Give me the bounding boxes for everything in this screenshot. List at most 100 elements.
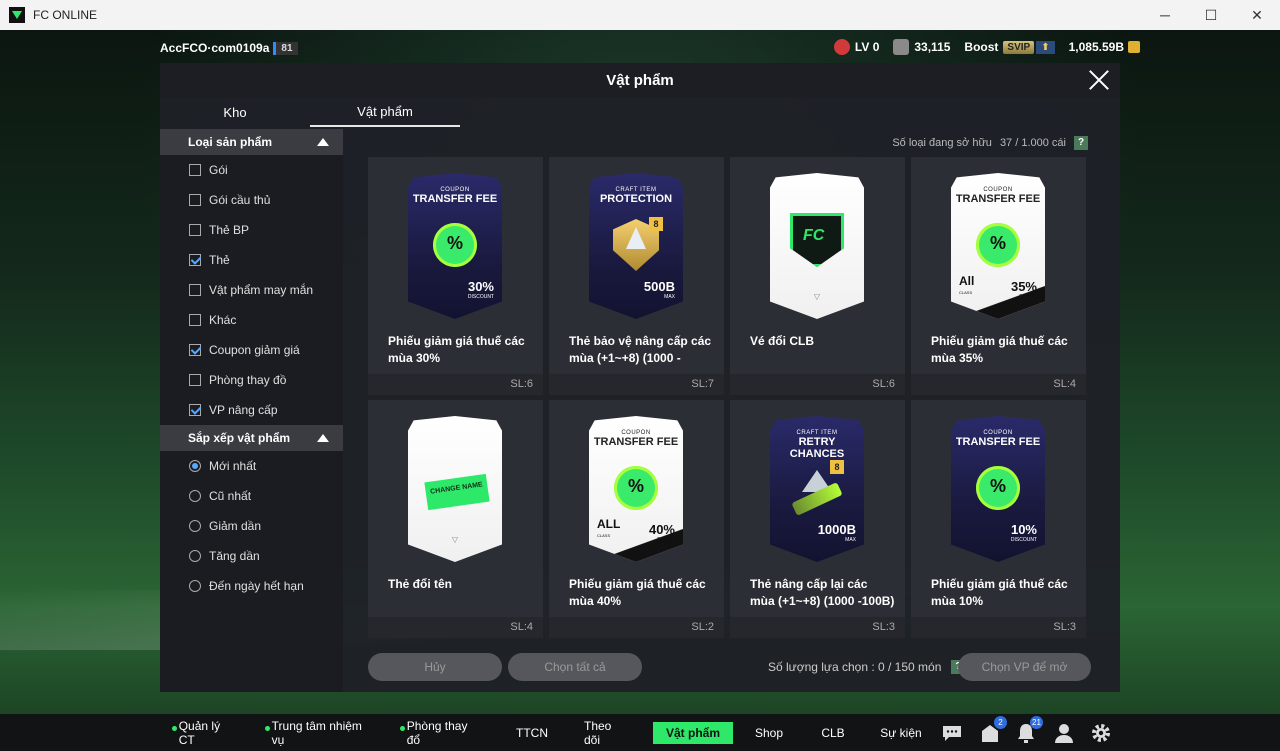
item-card[interactable]: CRAFT ITEM RETRY CHANCES 8 1000B MAX Thẻ nâng… bbox=[730, 400, 905, 638]
filter-option[interactable]: Gói bbox=[160, 155, 343, 185]
account-level-badge: 81 bbox=[273, 41, 298, 55]
tab-vat-pham[interactable]: Vật phẩm bbox=[310, 97, 460, 127]
item-name: Phiếu giảm giá thuế các mùa 30% bbox=[388, 334, 525, 365]
nav-label: Trung tâm nhiệm vụ bbox=[271, 719, 362, 747]
item-name: Phiếu giảm giá thuế các mùa 35% bbox=[931, 334, 1068, 365]
svip-upgrade-icon[interactable]: ⬆ bbox=[1036, 40, 1055, 54]
item-card[interactable]: CHANGE NAME ▽ Thẻ đổi tên SL:4 bbox=[368, 400, 543, 638]
item-card[interactable]: COUPON TRANSFER FEE% ALL CLASS 40% BONUS Phiếu… bbox=[549, 400, 724, 638]
item-art: COUPON TRANSFER FEE% ALL CLASS 40% BONUS bbox=[589, 416, 683, 562]
checkbox-checked-icon[interactable] bbox=[189, 404, 201, 416]
radio-icon[interactable] bbox=[189, 490, 201, 502]
new-dot-icon bbox=[400, 725, 405, 731]
notification-icon[interactable]: 21 bbox=[1015, 716, 1043, 744]
checkbox-icon[interactable] bbox=[189, 374, 201, 386]
radio-icon[interactable] bbox=[189, 520, 201, 532]
nav-label: Phòng thay đổ bbox=[406, 719, 468, 747]
sort-option[interactable]: Đến ngày hết hạn bbox=[160, 571, 343, 601]
boost-label: Boost bbox=[964, 40, 999, 54]
nav-phong-thay-do[interactable]: Phòng thay đổ bbox=[400, 719, 480, 747]
checkbox-checked-icon[interactable] bbox=[189, 254, 201, 266]
card-value: 40% BONUS bbox=[649, 523, 675, 546]
checkbox-icon[interactable] bbox=[189, 194, 201, 206]
nav-su-kien[interactable]: Sự kiện bbox=[880, 722, 922, 744]
filter-option[interactable]: Thẻ BP bbox=[160, 215, 343, 245]
new-dot-icon bbox=[265, 725, 270, 731]
sort-option-label: Giảm dần bbox=[209, 519, 262, 533]
sort-title: Sắp xếp vật phẩm bbox=[188, 431, 291, 445]
radio-icon[interactable] bbox=[189, 550, 201, 562]
sort-option[interactable]: Tăng dần bbox=[160, 541, 343, 571]
select-all-button[interactable]: Chọn tất cả bbox=[508, 653, 642, 681]
filter-option[interactable]: Khác bbox=[160, 305, 343, 335]
filter-sidebar: Loại sản phẩm Gói Gói cầu thủ Thẻ BP Thẻ Vật… bbox=[160, 129, 343, 692]
svip-badge[interactable]: SVIP bbox=[1003, 40, 1035, 54]
filter-option[interactable]: Phòng thay đồ bbox=[160, 365, 343, 395]
bottom-nav: Quản lý CT Trung tâm nhiệm vụ Phòng thay… bbox=[0, 714, 1280, 751]
filter-option-label: Khác bbox=[209, 313, 237, 327]
mail-icon[interactable]: 2 bbox=[979, 716, 1007, 744]
lv-icon bbox=[833, 39, 850, 55]
open-items-button[interactable]: Chọn VP để mở bbox=[958, 653, 1091, 681]
account-info[interactable]: AccFCO·com0109a 81 bbox=[160, 41, 298, 55]
chat-icon[interactable] bbox=[941, 722, 963, 744]
item-card[interactable]: COUPON TRANSFER FEE% 30% DISCOUNT Phiếu giảm… bbox=[368, 157, 543, 395]
card-shield: COUPON TRANSFER FEE% All CLASS 35% BONUS bbox=[951, 173, 1045, 319]
sort-option[interactable]: Cũ nhất bbox=[160, 481, 343, 511]
points-value: 33,115 bbox=[914, 40, 951, 54]
checkbox-icon[interactable] bbox=[189, 164, 201, 176]
filter-option[interactable]: Coupon giảm giá bbox=[160, 335, 343, 365]
filter-option[interactable]: Vật phẩm may mắn bbox=[160, 275, 343, 305]
profile-icon[interactable] bbox=[1053, 722, 1075, 744]
item-card[interactable]: COUPON TRANSFER FEE% All CLASS 35% BONUS Phiếu… bbox=[911, 157, 1086, 395]
sort-option-label: Mới nhất bbox=[209, 459, 257, 473]
cancel-button[interactable]: Hủy bbox=[368, 653, 502, 681]
nav-clb[interactable]: CLB bbox=[818, 722, 848, 744]
maximize-button[interactable]: ☐ bbox=[1188, 0, 1234, 30]
radio-selected-icon[interactable] bbox=[189, 460, 201, 472]
nav-trung-tam-nhiem-vu[interactable]: Trung tâm nhiệm vụ bbox=[265, 719, 371, 747]
filter-option[interactable]: Gói cầu thủ bbox=[160, 185, 343, 215]
card-value: 10% DISCOUNT bbox=[1010, 523, 1037, 546]
radio-icon[interactable] bbox=[189, 580, 201, 592]
close-window-button[interactable]: ✕ bbox=[1234, 0, 1280, 30]
product-type-header[interactable]: Loại sản phẩm bbox=[160, 129, 343, 155]
minimize-button[interactable]: ─ bbox=[1142, 0, 1188, 30]
item-card[interactable]: ▽ Vé đổi CLB SL:6 bbox=[730, 157, 905, 395]
item-art: ▽ bbox=[770, 173, 864, 319]
item-name: Phiếu giảm giá thuế các mùa 40% bbox=[569, 577, 706, 608]
card-value: 1000B MAX bbox=[818, 523, 856, 546]
nav-quan-ly-ct[interactable]: Quản lý CT bbox=[172, 719, 236, 747]
nav-theo-doi[interactable]: Theo dõi bbox=[584, 719, 630, 747]
filter-option[interactable]: VP nâng cấp bbox=[160, 395, 343, 425]
collapse-triangle-icon[interactable] bbox=[317, 138, 329, 146]
filter-option-label: Thẻ bbox=[209, 253, 230, 267]
collapse-triangle-icon[interactable] bbox=[317, 434, 329, 442]
modal-tabs: Kho Vật phẩm bbox=[160, 97, 460, 127]
sort-header[interactable]: Sắp xếp vật phẩm bbox=[160, 425, 343, 451]
all-label: ALL bbox=[597, 517, 621, 531]
item-card[interactable]: CRAFT ITEM PROTECTION 8 500B MAX Thẻ bảo vệ n… bbox=[549, 157, 724, 395]
item-card[interactable]: COUPON TRANSFER FEE% 10% DISCOUNT Phiếu giảm… bbox=[911, 400, 1086, 638]
checkbox-icon[interactable] bbox=[189, 314, 201, 326]
checkbox-icon[interactable] bbox=[189, 284, 201, 296]
close-modal-icon[interactable] bbox=[1086, 67, 1112, 93]
coupon-percent-icon: % bbox=[433, 223, 477, 267]
sort-option[interactable]: Mới nhất bbox=[160, 451, 343, 481]
tab-kho[interactable]: Kho bbox=[160, 97, 310, 127]
settings-gear-icon[interactable] bbox=[1090, 722, 1112, 744]
item-art: COUPON TRANSFER FEE% 30% DISCOUNT bbox=[408, 173, 502, 319]
checkbox-icon[interactable] bbox=[189, 224, 201, 236]
all-class-label: All CLASS bbox=[959, 275, 974, 298]
sort-option[interactable]: Giảm dần bbox=[160, 511, 343, 541]
filter-option[interactable]: Thẻ bbox=[160, 245, 343, 275]
product-type-title: Loại sản phẩm bbox=[188, 135, 273, 149]
help-icon[interactable]: ? bbox=[1074, 136, 1088, 150]
nav-ttcn[interactable]: TTCN bbox=[512, 722, 552, 744]
checkbox-checked-icon[interactable] bbox=[189, 344, 201, 356]
card-value-unit: DISCOUNT bbox=[1010, 537, 1037, 543]
nav-vat-pham[interactable]: Vật phẩm bbox=[653, 722, 733, 744]
nav-shop[interactable]: Shop bbox=[752, 722, 786, 744]
filter-option-label: Phòng thay đồ bbox=[209, 373, 287, 387]
lv-value: LV 0 bbox=[854, 40, 880, 54]
